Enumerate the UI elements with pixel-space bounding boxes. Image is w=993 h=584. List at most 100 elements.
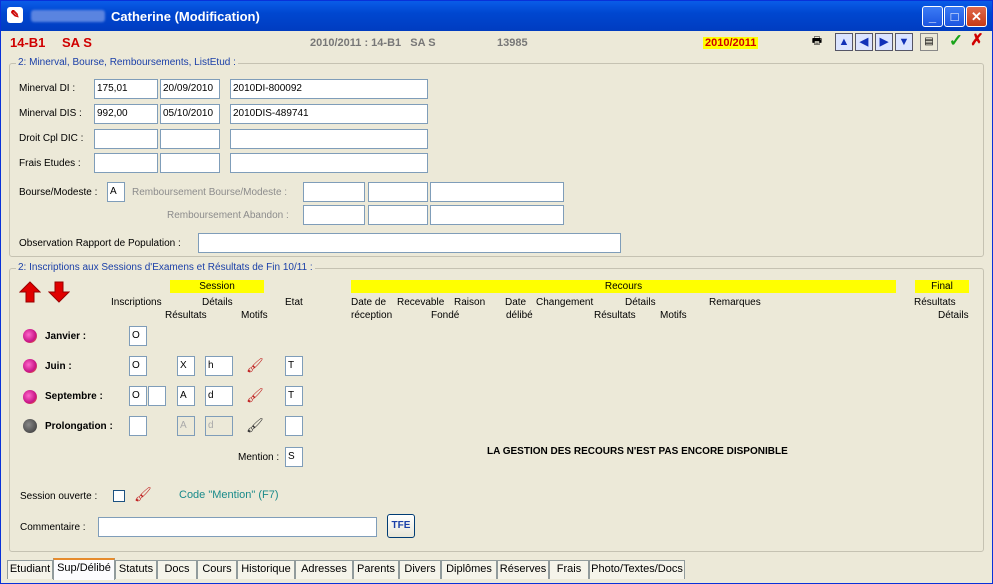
septembre-resultats[interactable]: A xyxy=(177,386,195,406)
first-record-icon[interactable]: ▲ xyxy=(835,33,853,51)
droit-cpl-ref[interactable] xyxy=(230,129,428,149)
prolongation-bullet-icon xyxy=(23,419,37,433)
tab-diplômes[interactable]: Diplômes xyxy=(441,560,497,579)
septembre-etat[interactable]: T xyxy=(285,386,303,406)
frais-etudes-date[interactable] xyxy=(160,153,220,173)
tab-historique[interactable]: Historique xyxy=(237,560,295,579)
observation-field[interactable] xyxy=(198,233,621,253)
col-r-details: Détails xyxy=(625,297,656,308)
droit-cpl-label: Droit Cpl DIC : xyxy=(19,133,84,144)
rb-bourse-amount[interactable] xyxy=(303,182,365,202)
rb-abandon-date[interactable] xyxy=(368,205,428,225)
mention-label: Mention : xyxy=(238,452,280,463)
record-header: 14-B1 SA S 2010/2011 : 14-B1 SA S 13985 … xyxy=(2,31,991,55)
tab-etudiant[interactable]: Etudiant xyxy=(7,560,53,579)
session-ouverte-brush-icon[interactable]: 🖌 xyxy=(134,487,152,501)
minerval-dis-label: Minerval DIS : xyxy=(19,108,82,119)
col-f-resultats: Résultats xyxy=(914,297,956,308)
ok-icon[interactable]: ✓ xyxy=(947,32,965,51)
minerval-dis-date[interactable]: 05/10/2010 xyxy=(160,104,220,124)
col-reception: réception xyxy=(351,310,393,321)
col-f-details: Détails xyxy=(938,310,969,321)
col-motifs: Motifs xyxy=(241,310,268,321)
prolongation-brush-icon[interactable]: 🖌 xyxy=(246,418,264,432)
col-remarques: Remarques xyxy=(709,297,761,308)
droit-cpl-date[interactable] xyxy=(160,129,220,149)
minerval-di-ref[interactable]: 2010DI-800092 xyxy=(230,79,428,99)
minerval-dis-ref[interactable]: 2010DIS-489741 xyxy=(230,104,428,124)
juin-resultats[interactable]: X xyxy=(177,356,195,376)
printer-icon[interactable]: 🖶 xyxy=(808,33,826,51)
juin-insc[interactable]: O xyxy=(129,356,147,376)
col-inscriptions: Inscriptions xyxy=(111,297,162,308)
observation-label: Observation Rapport de Population : xyxy=(19,238,181,249)
juin-bullet-icon xyxy=(23,359,37,373)
tab-sup-délibé[interactable]: Sup/Délibé xyxy=(53,558,115,580)
frais-etudes-ref[interactable] xyxy=(230,153,428,173)
commentaire-field[interactable] xyxy=(98,517,377,537)
prolongation-label: Prolongation : xyxy=(45,421,113,432)
prolongation-motifs: d xyxy=(205,416,233,436)
rb-bourse-ref[interactable] xyxy=(430,182,564,202)
app-icon: ✎ xyxy=(7,7,23,23)
septembre-motifs[interactable]: d xyxy=(205,386,233,406)
tab-statuts[interactable]: Statuts xyxy=(115,560,157,579)
septembre-insc2[interactable] xyxy=(148,386,166,406)
tab-frais[interactable]: Frais xyxy=(549,560,589,579)
tab-adresses[interactable]: Adresses xyxy=(295,560,353,579)
next-record-icon[interactable]: ▶ xyxy=(875,33,893,51)
col-date: Date xyxy=(505,297,527,308)
close-button[interactable]: ✕ xyxy=(966,6,987,27)
title-bar[interactable]: ✎ Catherine (Modification) _ □ ✕ xyxy=(1,1,992,31)
col-details: Détails xyxy=(202,297,233,308)
col-changement: Changement xyxy=(536,297,594,308)
session-ouverte-label: Session ouverte : xyxy=(20,491,98,502)
bourse-label: Bourse/Modeste : xyxy=(19,187,98,198)
session-ouverte-checkbox[interactable] xyxy=(113,490,125,502)
col-etat: Etat xyxy=(285,297,303,308)
maximize-button[interactable]: □ xyxy=(944,6,965,27)
cancel-icon[interactable]: ✗ xyxy=(968,33,986,51)
arrow-up-icon[interactable] xyxy=(19,281,41,303)
code-mention-label: Code "Mention" (F7) xyxy=(179,489,279,501)
last-record-icon[interactable]: ▼ xyxy=(895,33,913,51)
section-code: SA S xyxy=(62,35,92,50)
tab-réserves[interactable]: Réserves xyxy=(497,560,549,579)
septembre-brush-icon[interactable]: 🖌 xyxy=(246,388,264,402)
minerval-di-date[interactable]: 20/09/2010 xyxy=(160,79,220,99)
tab-divers[interactable]: Divers xyxy=(399,560,441,579)
frais-etudes-amount[interactable] xyxy=(94,153,158,173)
bourse-field[interactable]: A xyxy=(107,182,125,202)
droit-cpl-amount[interactable] xyxy=(94,129,158,149)
main-window: ✎ Catherine (Modification) _ □ ✕ 14-B1 S… xyxy=(0,0,993,584)
mention-field[interactable]: S xyxy=(285,447,303,467)
prolongation-insc[interactable] xyxy=(129,416,147,436)
record-number: 13985 xyxy=(497,37,528,49)
juin-motifs[interactable]: h xyxy=(205,356,233,376)
year-info: 2010/2011 : 14-B1 SA S xyxy=(310,37,436,49)
arrow-down-icon[interactable] xyxy=(48,281,70,303)
minerval-dis-amount[interactable]: 992,00 xyxy=(94,104,158,124)
inscriptions-group: 2: Inscriptions aux Sessions d'Examens e… xyxy=(9,262,984,552)
janvier-insc[interactable]: O xyxy=(129,326,147,346)
septembre-insc[interactable]: O xyxy=(129,386,147,406)
juin-etat[interactable]: T xyxy=(285,356,303,376)
rb-abandon-ref[interactable] xyxy=(430,205,564,225)
prolongation-etat[interactable] xyxy=(285,416,303,436)
rb-abandon-amount[interactable] xyxy=(303,205,365,225)
tab-photo-textes-docs[interactable]: Photo/Textes/Docs xyxy=(589,560,685,579)
minerval-di-amount[interactable]: 175,01 xyxy=(94,79,158,99)
tab-cours[interactable]: Cours xyxy=(197,560,237,579)
tab-docs[interactable]: Docs xyxy=(157,560,197,579)
rb-bourse-date[interactable] xyxy=(368,182,428,202)
previous-record-icon[interactable]: ◀ xyxy=(855,33,873,51)
tfe-button[interactable]: TFE xyxy=(387,514,415,538)
col-date-de: Date de xyxy=(351,297,387,308)
juin-brush-icon[interactable]: 🖌 xyxy=(246,358,264,372)
minimize-button[interactable]: _ xyxy=(922,6,943,27)
minerval-group-title: 2: Minerval, Bourse, Remboursements, Lis… xyxy=(16,57,238,68)
tab-parents[interactable]: Parents xyxy=(353,560,399,579)
class-code: 14-B1 xyxy=(10,35,46,50)
notes-icon[interactable]: ▤ xyxy=(920,33,938,51)
final-header: Final xyxy=(915,280,969,293)
